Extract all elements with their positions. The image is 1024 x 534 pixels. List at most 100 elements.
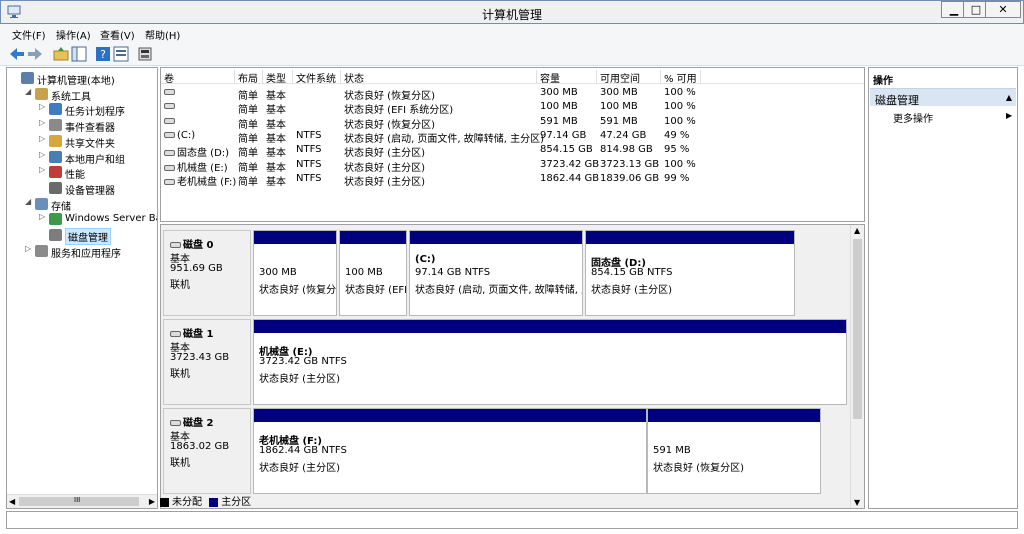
cell-volume <box>164 87 177 98</box>
menu-bar: 文件(F) 操作(A) 查看(V) 帮助(H) <box>0 24 1024 42</box>
menu-file[interactable]: 文件(F) <box>12 27 46 42</box>
partition-color-bar <box>254 409 646 422</box>
cell-capacity: 1862.44 GB <box>540 172 600 184</box>
expanded-arrow-icon[interactable]: ◢ <box>25 87 33 96</box>
cell-percent-free: 49 % <box>664 129 690 141</box>
partition-block[interactable]: 100 MB 状态良好 (EFI <box>339 230 407 316</box>
disk-status: 联机 <box>170 369 190 380</box>
partition-status: 状态良好 (EFI <box>345 285 407 296</box>
column-status[interactable]: 状态 <box>341 70 537 85</box>
volume-list-header: 卷 布局 类型 文件系统 状态 容量 可用空间 % 可用 <box>161 68 864 85</box>
cell-volume <box>164 101 177 112</box>
partition-block[interactable]: 300 MB 状态良好 (恢复分 <box>253 230 337 316</box>
disk-info-panel[interactable]: 磁盘 2 基本 1863.02 GB 联机 <box>163 408 251 494</box>
back-arrow-icon[interactable] <box>8 45 26 63</box>
help-icon[interactable]: ? <box>94 45 112 63</box>
legend: 未分配 主分区 <box>160 493 251 509</box>
actions-pane: 操作 磁盘管理 ▲ 更多操作 ▶ <box>868 67 1018 509</box>
disk-management-icon <box>49 229 62 241</box>
tree-item-label: 存储 <box>51 201 71 213</box>
volume-row[interactable]: 机械盘 (E:) 简单 基本 NTFS 状态良好 (主分区) 3723.42 GB 3723… <box>161 158 864 174</box>
scroll-thumb[interactable] <box>853 239 862 419</box>
partition-block[interactable]: 老机械盘 (F:) 1862.44 GB NTFS 状态良好 (主分区) <box>253 408 647 494</box>
cell-percent-free: 100 % <box>664 115 696 127</box>
navigation-tree: 计算机管理(本地) ◢ 系统工具 ▷ 任务计划程序 ▷ 事件查看器 ▷ 共享文件夹 ▷ 本地用户和组… <box>6 67 158 509</box>
disk-status: 联机 <box>170 458 190 469</box>
disk-name: 磁盘 2 <box>170 414 213 429</box>
menu-action[interactable]: 操作(A) <box>56 27 91 42</box>
column-filesystem[interactable]: 文件系统 <box>293 70 341 85</box>
scroll-down-arrow-icon[interactable]: ▼ <box>854 498 860 507</box>
partition-status: 状态良好 (恢复分区) <box>653 463 744 474</box>
column-capacity[interactable]: 容量 <box>537 70 597 85</box>
volume-row[interactable]: 简单 基本 状态良好 (恢复分区) 300 MB 300 MB 100 % <box>161 86 864 102</box>
tree-item-label: Windows Server Back <box>65 213 157 225</box>
scroll-left-arrow-icon[interactable]: ◀ <box>9 497 15 506</box>
disk-settings-icon[interactable] <box>136 45 154 63</box>
scroll-right-arrow-icon[interactable]: ▶ <box>149 497 155 506</box>
partition-color-bar <box>254 231 336 244</box>
tree-horizontal-scrollbar[interactable]: ◀ III ▶ <box>7 494 157 508</box>
actions-section-disk-management[interactable]: 磁盘管理 ▲ <box>870 88 1016 107</box>
disk-name: 磁盘 1 <box>170 325 213 340</box>
collapse-up-icon[interactable]: ▲ <box>1006 93 1012 102</box>
legend-primary: 主分区 <box>221 497 252 508</box>
column-layout[interactable]: 布局 <box>235 70 263 85</box>
collapsed-arrow-icon[interactable]: ▷ <box>39 102 47 111</box>
volume-icon <box>164 178 175 185</box>
more-actions-link[interactable]: 更多操作 <box>893 110 933 125</box>
cell-volume: (C:) <box>164 130 195 141</box>
unallocated-swatch <box>160 497 169 507</box>
volume-row[interactable]: 简单 基本 状态良好 (恢复分区) 591 MB 591 MB 100 % <box>161 115 864 131</box>
menu-view[interactable]: 查看(V) <box>100 27 135 42</box>
volume-row[interactable]: 固态盘 (D:) 简单 基本 NTFS 状态良好 (主分区) 854.15 GB 814.9… <box>161 143 864 159</box>
partition-block[interactable]: 固态盘 (D:) 854.15 GB NTFS 状态良好 (主分区) <box>585 230 795 316</box>
partition-block[interactable]: (C:) 97.14 GB NTFS 状态良好 (启动, 页面文件, 故障转储, 主 <box>409 230 583 316</box>
cell-free-space: 1839.06 GB <box>600 172 660 184</box>
volume-row[interactable]: 老机械盘 (F:) 简单 基本 NTFS 状态良好 (主分区) 1862.44 GB 183… <box>161 172 864 188</box>
volume-row[interactable]: (C:) 简单 基本 NTFS 状态良好 (启动, 页面文件, 故障转储, 主分区) 97… <box>161 129 864 145</box>
partition-color-bar <box>648 409 820 422</box>
volume-row[interactable]: 简单 基本 状态良好 (EFI 系统分区) 100 MB 100 MB 100 % <box>161 100 864 116</box>
partition-block[interactable]: 机械盘 (E:) 3723.42 GB NTFS 状态良好 (主分区) <box>253 319 847 405</box>
forward-arrow-icon[interactable] <box>26 45 44 63</box>
tree-item-label: 任务计划程序 <box>65 107 125 119</box>
collapsed-arrow-icon[interactable]: ▷ <box>39 212 47 221</box>
partition-status: 状态良好 (恢复分 <box>259 285 337 296</box>
scroll-up-arrow-icon[interactable]: ▲ <box>854 226 860 235</box>
close-button[interactable]: ✕ <box>985 1 1021 18</box>
column-volume[interactable]: 卷 <box>161 70 235 85</box>
collapsed-arrow-icon[interactable]: ▷ <box>39 150 47 159</box>
device-manager-icon <box>49 181 62 194</box>
partition-size: 100 MB <box>345 267 383 278</box>
event-viewer-icon <box>49 119 62 132</box>
partition-color-bar <box>410 231 582 244</box>
menu-help[interactable]: 帮助(H) <box>145 27 180 42</box>
actions-title: 操作 <box>873 76 893 87</box>
column-type[interactable]: 类型 <box>263 70 293 85</box>
scroll-thumb[interactable]: III <box>19 496 139 506</box>
column-free-space[interactable]: 可用空间 <box>597 70 661 85</box>
collapsed-arrow-icon[interactable]: ▷ <box>39 134 47 143</box>
volume-list: 卷 布局 类型 文件系统 状态 容量 可用空间 % 可用 简单 基本 状态良好 (恢… <box>160 67 865 222</box>
disk-vertical-scrollbar[interactable]: ▲ ▼ <box>850 225 864 508</box>
collapsed-arrow-icon[interactable]: ▷ <box>39 118 47 127</box>
column-percent-free[interactable]: % 可用 <box>661 70 701 85</box>
partition-block[interactable]: 591 MB 状态良好 (恢复分区) <box>647 408 821 494</box>
folder-up-icon[interactable] <box>52 45 70 63</box>
cell-free-space: 591 MB <box>600 115 638 127</box>
cell-capacity: 3723.42 GB <box>540 158 600 170</box>
cell-percent-free: 99 % <box>664 172 690 184</box>
computer-management-icon <box>21 72 34 84</box>
collapsed-arrow-icon[interactable]: ▷ <box>39 165 47 174</box>
disk-info-panel[interactable]: 磁盘 0 基本 951.69 GB 联机 <box>163 230 251 316</box>
expanded-arrow-icon[interactable]: ◢ <box>25 197 33 206</box>
partition-size: 3723.42 GB NTFS <box>259 356 347 367</box>
collapsed-arrow-icon[interactable]: ▷ <box>25 244 33 253</box>
cell-filesystem: NTFS <box>296 129 322 141</box>
submenu-arrow-icon[interactable]: ▶ <box>1006 111 1012 120</box>
properties-icon[interactable] <box>112 45 130 63</box>
volume-icon <box>164 117 175 124</box>
show-hide-tree-icon[interactable] <box>70 45 88 63</box>
disk-info-panel[interactable]: 磁盘 1 基本 3723.43 GB 联机 <box>163 319 251 405</box>
